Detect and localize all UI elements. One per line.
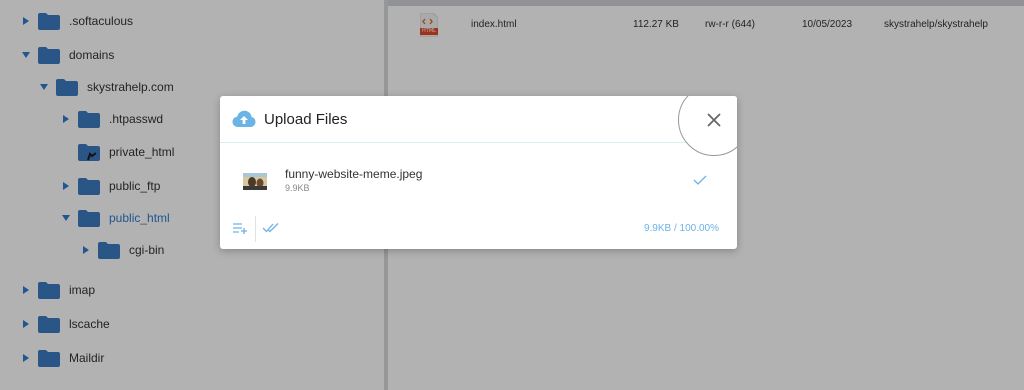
check-icon [693, 175, 707, 185]
upload-dialog: Upload Files funny-website-meme.jpeg 9.9… [220, 96, 737, 249]
upload-file-item: funny-website-meme.jpeg 9.9KB [220, 156, 737, 196]
upload-dialog-header: Upload Files [220, 96, 737, 143]
cloud-upload-icon [232, 110, 256, 127]
upload-file-size: 9.9KB [285, 183, 310, 193]
upload-file-name: funny-website-meme.jpeg [285, 167, 423, 181]
upload-dialog-title: Upload Files [264, 111, 348, 128]
file-thumbnail [243, 173, 267, 190]
footer-divider [255, 216, 256, 242]
upload-total: 9.9KB / 100.00% [643, 223, 719, 234]
close-icon [707, 113, 721, 127]
upload-dialog-footer: 9.9KB / 100.00% [220, 213, 737, 249]
close-button[interactable] [678, 96, 737, 156]
add-files-icon[interactable] [232, 222, 248, 234]
double-check-icon[interactable] [262, 222, 280, 234]
